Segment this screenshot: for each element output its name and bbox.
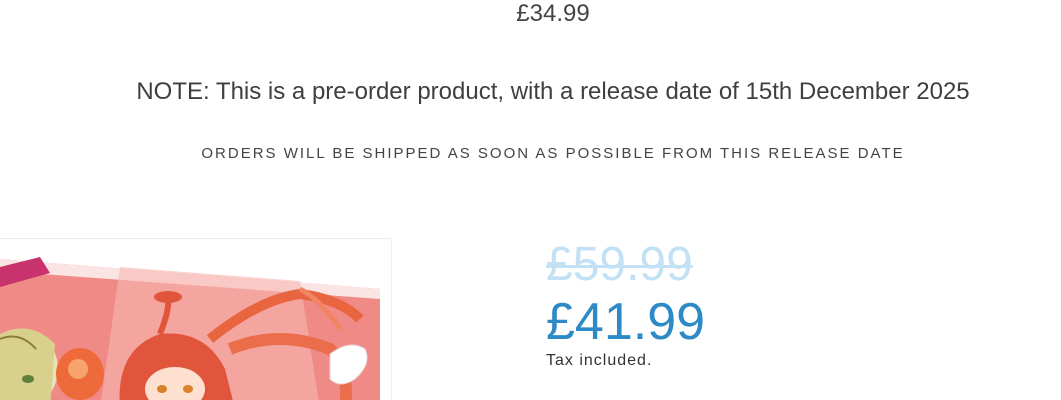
price-block: £59.99 £41.99 Tax included. — [546, 236, 705, 370]
compare-at-price: £59.99 — [546, 238, 693, 291]
sale-price: £41.99 — [546, 293, 706, 351]
shipping-note: ORDERS WILL BE SHIPPED AS SOON AS POSSIB… — [201, 145, 905, 162]
preorder-note: NOTE: This is a pre-order product, with … — [136, 78, 970, 105]
top-price: £34.99 — [516, 0, 590, 27]
product-image[interactable] — [0, 238, 392, 400]
tax-note: Tax included. — [546, 352, 653, 369]
product-page: £34.99 NOTE: This is a pre-order product… — [0, 0, 1061, 400]
manga-cover-illustration — [0, 257, 380, 400]
